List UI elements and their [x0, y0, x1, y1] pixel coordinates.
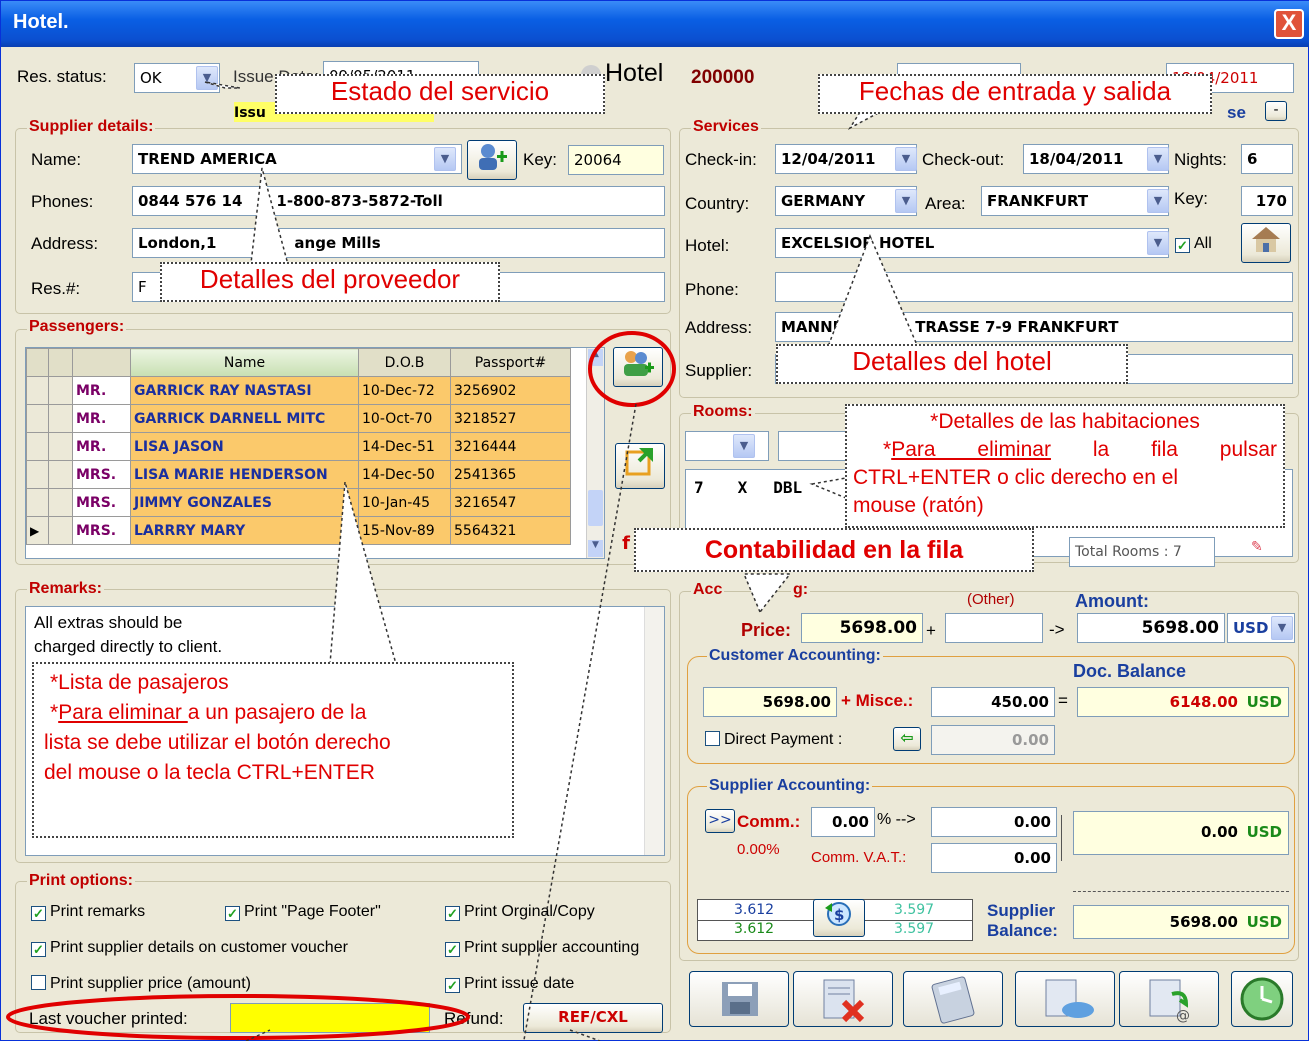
callout-proveedor: Detalles del proveedor — [160, 262, 500, 302]
callout-fechas: Fechas de entrada y salida — [818, 74, 1212, 114]
callout-pasajeros: *Lista de pasajeros *Para eliminar a un … — [32, 662, 514, 838]
callout-estado: Estado del servicio — [275, 74, 605, 114]
callout-habitaciones: *Detalles de las habitaciones *Para elim… — [845, 404, 1285, 528]
callout-contabilidad: Contabilidad en la fila — [634, 528, 1034, 572]
callout-hotel: Detalles del hotel — [776, 344, 1128, 384]
